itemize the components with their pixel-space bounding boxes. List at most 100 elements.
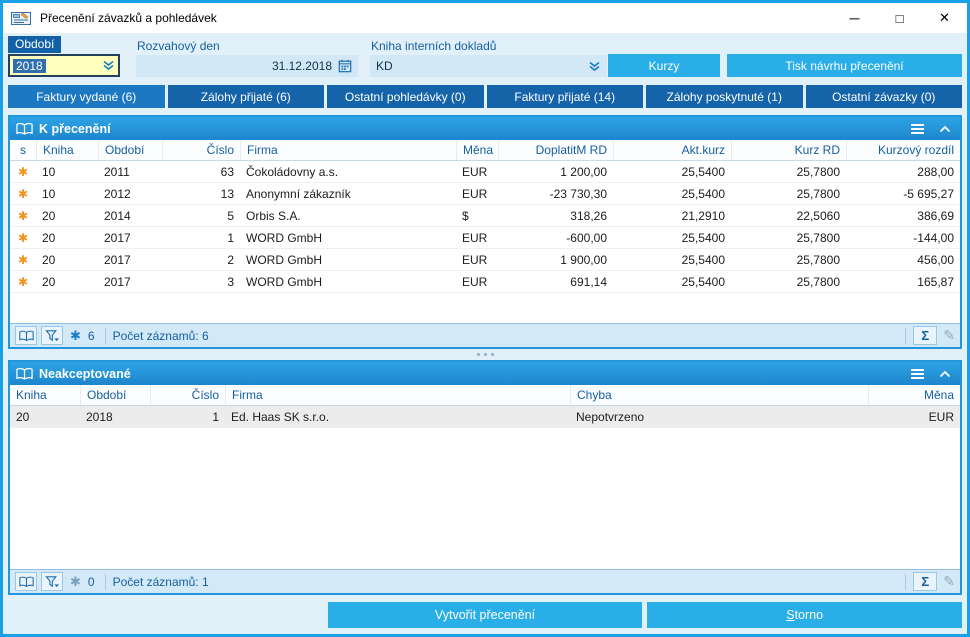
balance-day-input[interactable]: 31.12.2018 bbox=[136, 55, 358, 77]
table-row[interactable]: ✱ 20 2014 5 Orbis S.A. $ 318,26 21,2910 … bbox=[10, 205, 960, 227]
tab-faktury-vydane[interactable]: Faktury vydané (6) bbox=[8, 85, 165, 108]
sum-icon[interactable]: Σ bbox=[913, 326, 938, 345]
cell-kniha: 20 bbox=[42, 230, 56, 245]
col-header-kurzovy-rozdil[interactable]: Kurzový rozdíl bbox=[846, 140, 960, 160]
table-row[interactable]: ✱ 20 2017 2 WORD GmbH EUR 1 900,00 25,54… bbox=[10, 249, 960, 271]
col-header-mena[interactable]: Měna bbox=[868, 385, 960, 405]
app-icon bbox=[11, 10, 33, 26]
cell-kurzovy-rozdil: 165,87 bbox=[917, 274, 954, 289]
cell-obdobi: 2011 bbox=[104, 164, 130, 179]
rejected-table-header: Kniha Období Číslo Firma Chyba Měna bbox=[10, 385, 960, 406]
cell-kurz-rd: 25,7800 bbox=[796, 230, 840, 245]
record-count: Počet záznamů: 1 bbox=[112, 574, 209, 589]
cell-obdobi: 2017 bbox=[104, 274, 131, 289]
cell-kniha: 10 bbox=[42, 164, 56, 179]
balance-day-label: Rozvahový den bbox=[137, 39, 220, 53]
cell-mena: EUR bbox=[462, 274, 488, 289]
internal-book-dropdown-icon[interactable] bbox=[588, 61, 601, 72]
col-header-cislo[interactable]: Číslo bbox=[162, 140, 240, 160]
rates-button[interactable]: Kurzy bbox=[608, 54, 720, 77]
cell-cislo: 1 bbox=[227, 230, 234, 245]
cell-kniha: 10 bbox=[42, 186, 56, 201]
detail-view-icon[interactable] bbox=[15, 326, 37, 345]
collapse-icon[interactable] bbox=[934, 119, 956, 138]
cell-kniha: 20 bbox=[16, 409, 30, 424]
internal-book-select[interactable]: KD bbox=[370, 55, 607, 77]
marked-rows-icon[interactable]: ✱ bbox=[70, 328, 81, 344]
cell-obdobi: 2017 bbox=[104, 230, 131, 245]
splitter-handle[interactable] bbox=[8, 349, 962, 360]
cell-kurz-rd: 22,5060 bbox=[796, 208, 840, 223]
revaluation-panel: K přecenění s Kniha Období Číslo Firma M… bbox=[8, 115, 962, 349]
edit-icon[interactable]: ✎ bbox=[943, 327, 955, 344]
window-title: Přecenění závazků a pohledávek bbox=[40, 11, 217, 25]
cell-firma: WORD GmbH bbox=[246, 230, 322, 245]
menu-icon[interactable] bbox=[906, 119, 928, 138]
maximize-button[interactable]: □ bbox=[877, 3, 922, 33]
cell-kurzovy-rozdil: -5 695,27 bbox=[903, 186, 954, 201]
collapse-icon[interactable] bbox=[934, 364, 956, 383]
print-proposal-button[interactable]: Tisk návrhu přecenění bbox=[727, 54, 962, 77]
cell-mena: $ bbox=[462, 208, 469, 223]
rejected-footer: ✱ 0 Počet záznamů: 1 Σ ✎ bbox=[10, 569, 960, 593]
row-marker-icon: ✱ bbox=[17, 164, 29, 179]
table-row[interactable]: 20 2018 1 Ed. Haas SK s.r.o. Nepotvrzeno… bbox=[10, 406, 960, 428]
balance-day-field-group: Rozvahový den 31.12.2018 bbox=[136, 39, 358, 77]
filter-icon[interactable] bbox=[41, 572, 63, 591]
col-header-obdobi[interactable]: Období bbox=[80, 385, 150, 405]
minimize-button[interactable]: ─ bbox=[832, 3, 877, 33]
cell-mena: EUR bbox=[462, 230, 488, 245]
col-header-kniha[interactable]: Kniha bbox=[10, 385, 80, 405]
close-button[interactable]: ✕ bbox=[922, 3, 967, 33]
calendar-icon[interactable] bbox=[338, 59, 352, 73]
table-row[interactable]: ✱ 20 2017 1 WORD GmbH EUR -600,00 25,540… bbox=[10, 227, 960, 249]
col-header-kniha[interactable]: Kniha bbox=[36, 140, 98, 160]
cell-kurz-rd: 25,7800 bbox=[796, 186, 840, 201]
marked-rows-icon[interactable]: ✱ bbox=[70, 574, 81, 590]
col-header-akt-kurz[interactable]: Akt.kurz bbox=[613, 140, 731, 160]
col-header-obdobi[interactable]: Období bbox=[98, 140, 162, 160]
cell-cislo: 2 bbox=[227, 252, 234, 267]
period-dropdown-icon[interactable] bbox=[102, 60, 115, 71]
col-header-firma[interactable]: Firma bbox=[240, 140, 456, 160]
menu-icon[interactable] bbox=[906, 364, 928, 383]
table-row[interactable]: ✱ 10 2011 63 Čokoládovny a.s. EUR 1 200,… bbox=[10, 161, 960, 183]
cell-firma: Čokoládovny a.s. bbox=[246, 164, 339, 179]
cell-mena: EUR bbox=[462, 252, 488, 267]
tab-ostatni-pohledavky[interactable]: Ostatní pohledávky (0) bbox=[327, 85, 484, 108]
filter-icon[interactable] bbox=[41, 326, 63, 345]
col-header-cislo[interactable]: Číslo bbox=[150, 385, 225, 405]
cancel-button[interactable]: Storno bbox=[647, 602, 962, 628]
tab-zalohy-poskytnute[interactable]: Zálohy poskytnuté (1) bbox=[646, 85, 803, 108]
edit-icon[interactable]: ✎ bbox=[943, 573, 955, 590]
cell-doplatit: 1 900,00 bbox=[560, 252, 607, 267]
period-input[interactable]: 2018 bbox=[8, 54, 120, 77]
detail-view-icon[interactable] bbox=[15, 572, 37, 591]
cell-cislo: 5 bbox=[227, 208, 234, 223]
cell-kniha: 20 bbox=[42, 252, 56, 267]
cell-akt-kurz: 25,5400 bbox=[681, 164, 725, 179]
col-header-doplatit[interactable]: DoplatitM RD bbox=[498, 140, 613, 160]
row-marker-icon: ✱ bbox=[17, 208, 29, 223]
cell-akt-kurz: 25,5400 bbox=[681, 186, 725, 201]
col-header-kurz-rd[interactable]: Kurz RD bbox=[731, 140, 846, 160]
tab-faktury-prijate[interactable]: Faktury přijaté (14) bbox=[486, 85, 643, 108]
table-row[interactable]: ✱ 20 2017 3 WORD GmbH EUR 691,14 25,5400… bbox=[10, 271, 960, 293]
revaluation-table-header: s Kniha Období Číslo Firma Měna Doplatit… bbox=[10, 140, 960, 161]
table-row[interactable]: ✱ 10 2012 13 Anonymní zákazník EUR -23 7… bbox=[10, 183, 960, 205]
col-header-chyba[interactable]: Chyba bbox=[570, 385, 868, 405]
cell-cislo: 3 bbox=[227, 274, 234, 289]
tab-ostatni-zavazky[interactable]: Ostatní závazky (0) bbox=[805, 85, 962, 108]
col-header-firma[interactable]: Firma bbox=[225, 385, 570, 405]
sum-icon[interactable]: Σ bbox=[913, 572, 938, 591]
cell-obdobi: 2012 bbox=[104, 186, 131, 201]
create-revaluation-button[interactable]: Vytvořit přecenění bbox=[327, 602, 643, 628]
footer-divider bbox=[104, 327, 106, 344]
cell-firma: WORD GmbH bbox=[246, 252, 322, 267]
window-body: Období 2018 Rozvahový den 31.12.2018 Kni… bbox=[3, 33, 967, 634]
tab-zalohy-prijate[interactable]: Zálohy přijaté (6) bbox=[167, 85, 324, 108]
balance-day-value: 31.12.2018 bbox=[271, 59, 332, 73]
col-header-s[interactable]: s bbox=[10, 140, 36, 160]
col-header-mena[interactable]: Měna bbox=[456, 140, 498, 160]
footer-divider bbox=[905, 327, 907, 344]
